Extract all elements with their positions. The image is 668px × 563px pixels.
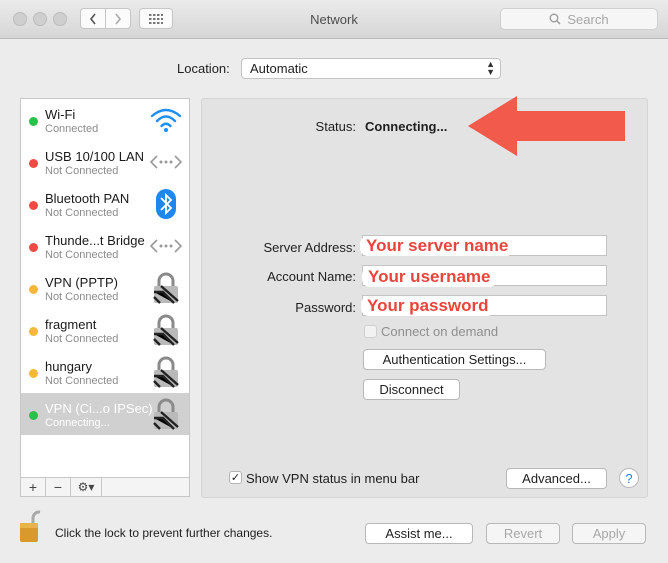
service-status: Not Connected [45,291,119,303]
service-item[interactable]: Wi-Fi Connected [21,99,189,141]
service-status: Connected [45,123,99,135]
server-name-annotation: Your server name [360,236,515,256]
service-name: VPN (PPTP) [45,275,118,290]
disconnect-button[interactable]: Disconnect [363,379,460,400]
annotation-arrow-icon [468,96,625,156]
status-dot [29,159,38,168]
service-status: Not Connected [45,375,119,387]
service-name: Wi-Fi [45,107,76,122]
advanced-button[interactable]: Advanced... [506,468,607,489]
updown-arrows-icon: ▲ ▼ [486,59,495,77]
revert-button[interactable]: Revert [486,523,560,544]
vpn-lock-icon [153,314,179,346]
show-vpn-status-label: Show VPN status in menu bar [246,471,420,486]
status-dot [29,117,38,126]
service-name: Bluetooth PAN [45,191,130,206]
status-label: Status: [315,119,356,134]
password-annotation: Your password [361,296,495,316]
service-item[interactable]: Thunde...t Bridge Not Connected [21,225,189,267]
status-dot [29,243,38,252]
status-value: Connecting... [365,119,448,134]
vpn-lock-icon [153,356,179,388]
service-status: Not Connected [45,249,119,261]
help-button[interactable]: ? [619,468,639,488]
location-value: Automatic [250,61,308,76]
service-toolbar: + − ⚙▾ [20,477,190,497]
service-name: hungary [45,359,92,374]
gear-menu-button[interactable]: ⚙▾ [71,478,102,496]
service-status: Not Connected [45,207,119,219]
status-dot [29,285,38,294]
status-dot [29,201,38,210]
service-item[interactable]: fragment Not Connected [21,309,189,351]
connect-on-demand-checkbox[interactable] [364,325,377,338]
password-label: Password: [295,300,356,315]
account-name-label: Account Name: [267,269,356,284]
show-vpn-status-checkbox[interactable]: ✓ [229,471,242,484]
username-annotation: Your username [362,267,497,287]
status-dot [29,327,38,336]
service-status: Not Connected [45,333,119,345]
service-name: USB 10/100 LAN [45,149,145,164]
status-dot [29,411,38,420]
service-name: Thunde...t Bridge [45,233,145,248]
lock-icon[interactable] [18,510,42,544]
service-item[interactable]: USB 10/100 LAN Not Connected [21,141,189,183]
authentication-settings-button[interactable]: Authentication Settings... [363,349,546,370]
vpn-lock-icon [153,272,179,304]
location-select[interactable]: Automatic ▲ ▼ [241,58,501,79]
assist-me-button[interactable]: Assist me... [365,523,473,544]
remove-service-button[interactable]: − [46,478,71,496]
service-name: VPN (Ci...o IPSec) [45,401,153,416]
service-status: Connecting... [45,417,110,429]
ethernet-icon [149,239,183,253]
server-address-label: Server Address: [263,240,357,255]
status-dot [29,369,38,378]
apply-button[interactable]: Apply [572,523,646,544]
search-input[interactable]: Search [500,8,658,30]
location-label: Location: [177,61,230,76]
vpn-lock-icon [153,398,179,430]
search-placeholder: Search [567,11,609,27]
service-name: fragment [45,317,97,332]
ethernet-icon [149,155,183,169]
bluetooth-icon [156,189,176,219]
service-item[interactable]: hungary Not Connected [21,351,189,393]
service-item[interactable]: VPN (Ci...o IPSec) Connecting... [21,393,189,435]
service-item[interactable]: Bluetooth PAN Not Connected [21,183,189,225]
service-item[interactable]: VPN (PPTP) Not Connected [21,267,189,309]
connect-on-demand-label: Connect on demand [381,324,499,339]
add-service-button[interactable]: + [21,478,46,496]
service-list[interactable]: Wi-Fi Connected USB 10/100 LAN Not Conne… [20,98,190,478]
search-icon [549,13,561,25]
wifi-icon [150,108,182,132]
service-status: Not Connected [45,165,119,177]
lock-text: Click the lock to prevent further change… [55,526,273,540]
